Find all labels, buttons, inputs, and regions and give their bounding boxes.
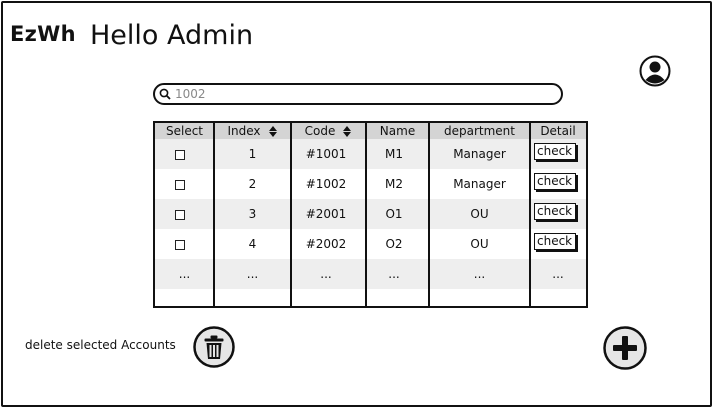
row-checkbox[interactable]: [174, 149, 185, 160]
column-header-department: department: [429, 123, 530, 140]
column-divider: [290, 123, 292, 306]
row-checkbox[interactable]: [174, 239, 185, 250]
column-header-name: Name: [366, 123, 429, 140]
column-divider: [213, 123, 215, 306]
index-cell: 3: [248, 207, 257, 221]
column-divider: [365, 123, 367, 306]
name-cell: M1: [385, 147, 403, 161]
column-divider: [428, 123, 430, 306]
index-cell: 4: [248, 237, 257, 251]
table-row: 1 #1001 M1 Manager check: [155, 139, 586, 169]
code-cell: #2002: [305, 237, 347, 251]
ellipsis-cell: ...: [246, 267, 259, 281]
code-cell: #2001: [305, 207, 347, 221]
delete-selected-label: delete selected Accounts: [25, 338, 176, 352]
department-cell: OU: [470, 207, 489, 221]
sort-icon[interactable]: [343, 126, 352, 137]
check-button[interactable]: check: [534, 233, 576, 250]
name-cell: O2: [385, 237, 403, 251]
row-select-cell: [155, 139, 204, 169]
page-title: Hello Admin: [90, 20, 254, 51]
department-cell: Manager: [453, 147, 506, 161]
check-button[interactable]: check: [534, 203, 576, 220]
row-checkbox[interactable]: [174, 179, 185, 190]
detail-cell: check: [530, 139, 586, 169]
department-cell: Manager: [453, 177, 506, 191]
search-bar[interactable]: [153, 83, 563, 105]
ellipsis-cell: ...: [552, 267, 564, 281]
ellipsis-cell: ...: [388, 267, 400, 281]
table-row-ellipsis: ... ... ... ... ... ...: [155, 259, 586, 289]
check-button[interactable]: check: [534, 173, 576, 190]
table-row: 2 #1002 M2 Manager check: [155, 169, 586, 199]
ellipsis-cell: ...: [178, 267, 191, 281]
column-header-index-label: Index: [227, 124, 261, 138]
delete-selected-button[interactable]: [193, 326, 235, 368]
table-row: 4 #2002 O2 OU check: [155, 229, 586, 259]
app-logo: EzWh: [10, 22, 76, 46]
user-avatar-icon[interactable]: [639, 55, 671, 87]
sort-icon[interactable]: [268, 126, 278, 137]
department-cell: OU: [470, 237, 489, 251]
table-row: 3 #2001 O1 OU check: [155, 199, 586, 229]
name-cell: O1: [385, 207, 403, 221]
accounts-table: Select Index Code Name department Detail…: [153, 121, 588, 308]
column-header-select: Select: [155, 123, 214, 140]
detail-cell: check: [530, 199, 586, 229]
row-checkbox[interactable]: [174, 209, 185, 220]
column-header-detail: Detail: [530, 123, 586, 140]
detail-cell: check: [530, 229, 586, 259]
index-cell: 2: [248, 177, 257, 191]
search-input[interactable]: [175, 86, 555, 102]
add-account-button[interactable]: [603, 326, 647, 370]
plus-icon: [603, 326, 647, 370]
row-select-cell: [155, 169, 204, 199]
code-cell: #1001: [305, 147, 347, 161]
column-header-code[interactable]: Code: [291, 123, 366, 140]
name-cell: M2: [385, 177, 403, 191]
row-select-cell: [155, 199, 204, 229]
ellipsis-cell: ...: [320, 267, 332, 281]
column-header-code-label: Code: [304, 124, 336, 138]
code-cell: #1002: [305, 177, 347, 191]
column-header-index[interactable]: Index: [214, 123, 291, 140]
trash-icon: [193, 326, 235, 368]
detail-cell: check: [530, 169, 586, 199]
index-cell: 1: [248, 147, 257, 161]
row-select-cell: [155, 229, 204, 259]
search-icon: [159, 88, 171, 100]
check-button[interactable]: check: [534, 143, 576, 160]
column-divider: [529, 123, 531, 306]
ellipsis-cell: ...: [473, 267, 486, 281]
